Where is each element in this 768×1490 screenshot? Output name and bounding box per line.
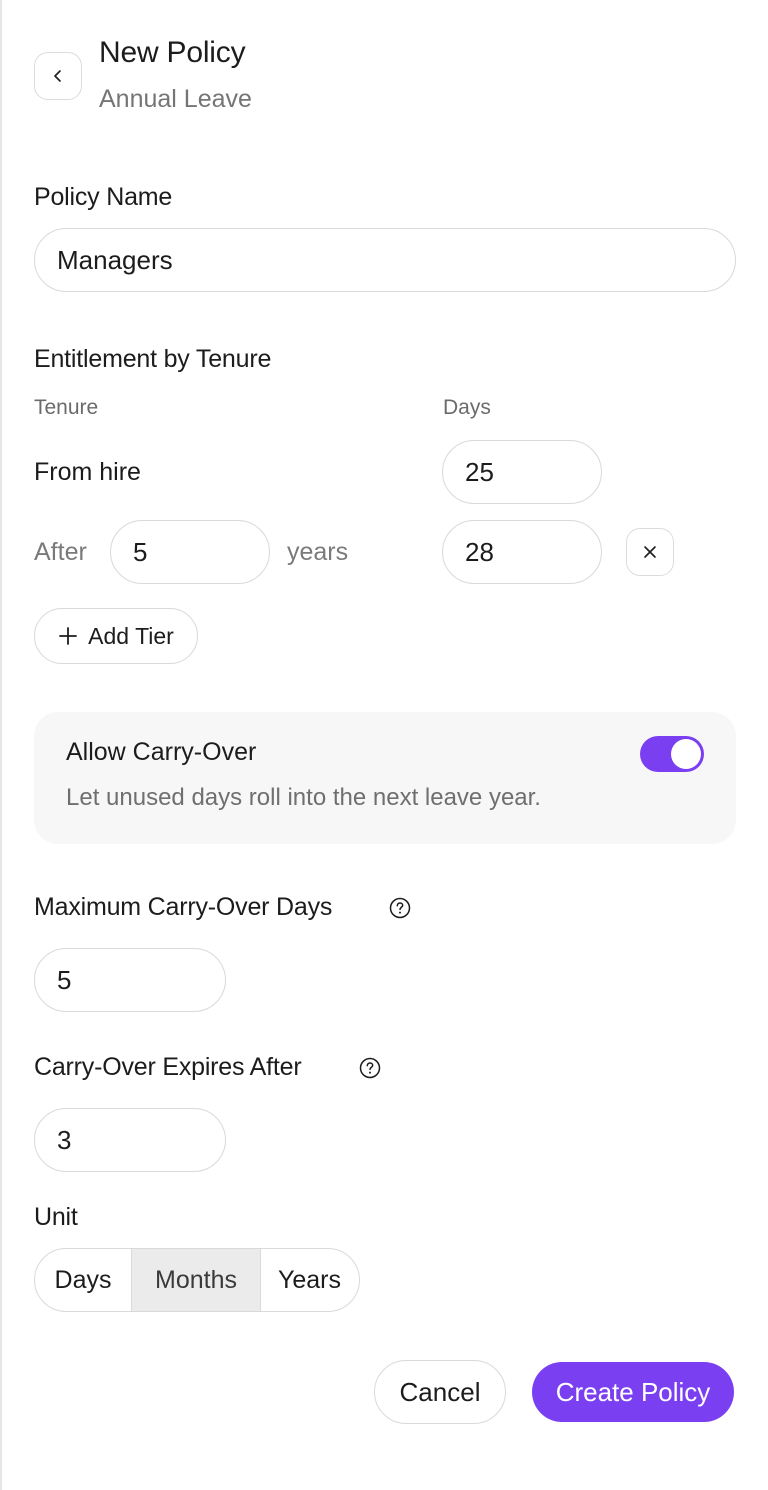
page-subtitle: Annual Leave bbox=[99, 85, 252, 113]
tier-years-label: years bbox=[287, 538, 349, 566]
unit-label: Unit bbox=[34, 1203, 78, 1231]
plus-icon bbox=[59, 627, 78, 645]
days-column-header: Days bbox=[443, 396, 491, 419]
expires-after-label: Carry-Over Expires After bbox=[34, 1053, 302, 1081]
unit-option-months[interactable]: Months bbox=[131, 1249, 261, 1311]
policy-name-label: Policy Name bbox=[34, 183, 173, 211]
left-border bbox=[0, 0, 2, 1490]
tier-2-days-input[interactable] bbox=[442, 520, 602, 584]
expires-after-input[interactable] bbox=[34, 1108, 226, 1172]
tier-2-years-input[interactable] bbox=[110, 520, 270, 584]
remove-tier-button[interactable] bbox=[626, 528, 674, 576]
close-icon bbox=[644, 546, 656, 558]
entitlement-label: Entitlement by Tenure bbox=[34, 345, 272, 373]
back-button[interactable] bbox=[34, 52, 82, 100]
tier-after-label: After bbox=[34, 538, 87, 566]
tier-from-hire-label: From hire bbox=[34, 458, 141, 486]
carry-over-title: Allow Carry-Over bbox=[66, 738, 257, 766]
tenure-column-header: Tenure bbox=[34, 396, 99, 419]
add-tier-label: Add Tier bbox=[88, 622, 174, 649]
create-policy-button[interactable]: Create Policy bbox=[532, 1362, 734, 1422]
tier-1-days-input[interactable] bbox=[442, 440, 602, 504]
help-circle-icon[interactable] bbox=[389, 897, 411, 919]
unit-segmented-control: Days Months Years bbox=[34, 1248, 360, 1312]
toggle-knob bbox=[671, 739, 701, 769]
help-circle-icon[interactable] bbox=[359, 1057, 381, 1079]
cancel-button[interactable]: Cancel bbox=[374, 1360, 506, 1424]
add-tier-button[interactable]: Add Tier bbox=[34, 608, 198, 664]
unit-option-years[interactable]: Years bbox=[261, 1249, 358, 1311]
max-carry-over-label: Maximum Carry-Over Days bbox=[34, 893, 333, 921]
max-carry-over-input[interactable] bbox=[34, 948, 226, 1012]
carry-over-card bbox=[34, 712, 736, 844]
carry-over-description: Let unused days roll into the next leave… bbox=[66, 784, 541, 811]
policy-name-input[interactable] bbox=[34, 228, 736, 292]
page-title: New Policy bbox=[99, 36, 246, 69]
unit-option-days[interactable]: Days bbox=[35, 1249, 131, 1311]
chevron-left-icon bbox=[54, 70, 61, 82]
carry-over-toggle[interactable] bbox=[640, 736, 704, 772]
